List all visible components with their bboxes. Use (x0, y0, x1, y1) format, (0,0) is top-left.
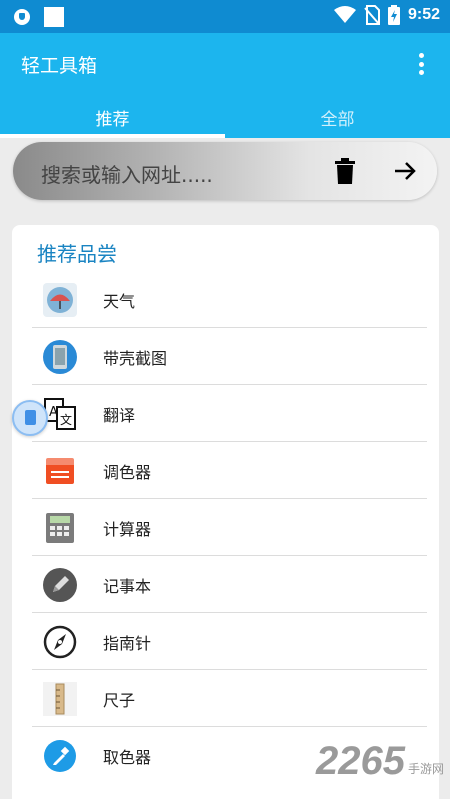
translate-icon: A 文 (44, 398, 76, 430)
list-item-notepad[interactable]: 记事本 (12, 556, 439, 613)
weather-umbrella-icon (43, 283, 77, 317)
list-item-compass[interactable]: 指南针 (12, 613, 439, 670)
calculator-icon (46, 513, 74, 543)
shield-icon (14, 9, 30, 25)
clock: 9:52 (407, 6, 440, 23)
more-vertical-icon[interactable] (418, 53, 424, 75)
tab-recommended[interactable]: 推荐 (0, 93, 225, 138)
app-title: 轻工具箱 (21, 55, 98, 77)
list-item-color-mixer[interactable]: 调色器 (12, 442, 439, 499)
list-item-translate[interactable]: A 文 翻译 (12, 385, 439, 442)
section-title: 推荐品尝 (37, 242, 117, 266)
list-item-label: 指南针 (103, 634, 152, 653)
phone-screenshot-icon (43, 340, 77, 374)
trash-icon[interactable] (333, 158, 357, 184)
status-bar: 9:52 (0, 0, 450, 33)
compass-icon (43, 625, 77, 659)
list-item-label: 取色器 (103, 748, 152, 767)
watermark-number: 2265 (316, 739, 405, 783)
list-item-label: 计算器 (103, 520, 152, 539)
ruler-icon (43, 682, 77, 716)
battery-charging-icon (387, 5, 400, 25)
watermark-text: 手游网 (407, 762, 444, 776)
search-bar[interactable]: 搜索或输入网址..... (13, 142, 437, 200)
list-item-label: 天气 (103, 292, 136, 311)
tool-list: 天气 带壳截图 A 文 翻译 调色器 计算器 记事本 指南针 尺子 取色器 (12, 271, 439, 784)
tab-bar: 推荐 全部 (0, 93, 450, 138)
app-bar: 轻工具箱 (0, 33, 450, 93)
no-sim-icon (364, 5, 380, 25)
search-input[interactable]: 搜索或输入网址..... (41, 159, 213, 188)
palette-document-icon (46, 458, 74, 484)
list-item-label: 调色器 (103, 463, 152, 482)
list-item-weather[interactable]: 天气 (12, 271, 439, 328)
eyedropper-icon (44, 740, 76, 772)
list-item-label: 记事本 (103, 577, 152, 596)
notification-square-icon (44, 7, 64, 27)
tab-all[interactable]: 全部 (225, 93, 450, 138)
list-item-label: 翻译 (103, 406, 136, 425)
recommended-card: 推荐品尝 天气 带壳截图 A 文 翻译 调色器 计算器 记事本 指南针 尺子 取… (12, 225, 439, 799)
pencil-note-icon (43, 568, 77, 602)
wifi-icon (333, 6, 356, 23)
svg-text:文: 文 (60, 412, 72, 427)
arrow-right-icon[interactable] (393, 159, 417, 183)
list-item-label: 带壳截图 (103, 349, 168, 368)
list-item-calculator[interactable]: 计算器 (12, 499, 439, 556)
floating-assistant-button[interactable] (12, 400, 48, 436)
list-item-label: 尺子 (103, 691, 136, 710)
watermark-logo: 2265 手游网 (316, 741, 444, 781)
list-item-ruler[interactable]: 尺子 (12, 670, 439, 727)
list-item-screenshot[interactable]: 带壳截图 (12, 328, 439, 385)
